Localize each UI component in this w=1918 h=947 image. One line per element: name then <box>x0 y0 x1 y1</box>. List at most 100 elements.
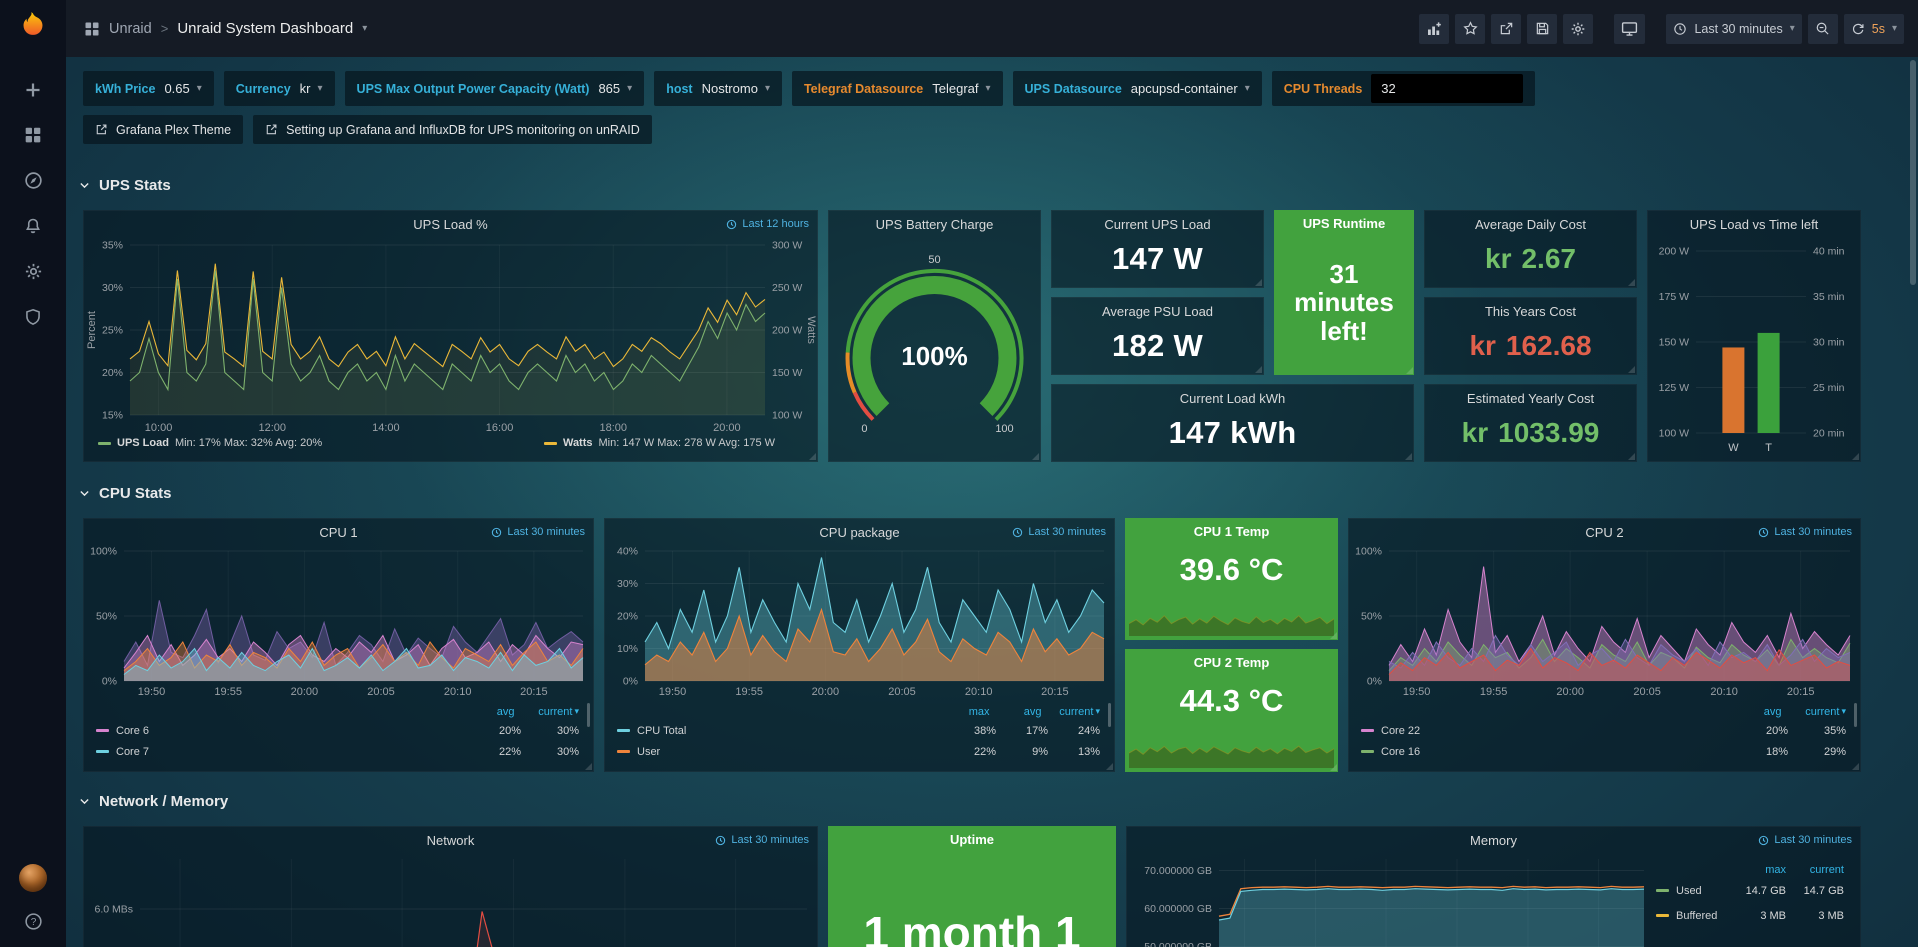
page-scrollbar[interactable] <box>1910 60 1916 940</box>
panel-title[interactable]: UPS Battery Charge <box>876 217 994 232</box>
cycle-view-mode-button[interactable] <box>1614 14 1645 44</box>
memory-chart[interactable]: 19:5019:5520:0020:0520:1020:1550.000000 … <box>1127 853 1652 947</box>
dashboard-title[interactable]: Unraid System Dashboard <box>177 20 353 37</box>
template-variables-row: kWh Price 0.65▾ Currency kr▾ UPS Max Out… <box>83 71 1535 106</box>
sidebar-item-alerting[interactable] <box>24 217 42 235</box>
panel-title[interactable]: Average Daily Cost <box>1475 217 1586 232</box>
star-button[interactable] <box>1455 14 1485 44</box>
grafana-logo[interactable] <box>18 11 48 41</box>
variable-value-dropdown[interactable]: kr▾ <box>300 81 323 96</box>
svg-text:W: W <box>1728 442 1739 454</box>
ups-load-vs-time-chart[interactable]: 100 W125 W150 W175 W200 W20 min25 min30 … <box>1648 237 1860 459</box>
panel-title[interactable]: CPU 1 Temp <box>1194 524 1270 539</box>
svg-text:20:00: 20:00 <box>1556 686 1584 698</box>
dashboard-link-grafana-plex-theme[interactable]: Grafana Plex Theme <box>83 115 243 144</box>
variable-ups-max-output[interactable]: UPS Max Output Power Capacity (Watt) 865… <box>345 71 645 106</box>
chevron-down-icon: ▾ <box>627 83 632 94</box>
panel-title[interactable]: UPS Load vs Time left <box>1690 217 1819 232</box>
panel-title[interactable]: CPU package <box>819 525 899 540</box>
time-range-label: Last 30 minutes <box>1694 22 1782 36</box>
variable-currency[interactable]: Currency kr▾ <box>224 71 335 106</box>
time-range-picker[interactable]: Last 30 minutes ▾ <box>1666 14 1801 44</box>
row-header-cpu-stats[interactable]: CPU Stats <box>78 485 172 502</box>
cpu-threads-input[interactable]: 32 <box>1371 74 1523 103</box>
zoom-out-button[interactable] <box>1808 14 1838 44</box>
save-button[interactable] <box>1527 14 1557 44</box>
variable-value-dropdown[interactable]: apcupsd-container▾ <box>1131 81 1250 96</box>
legend-scrollbar[interactable] <box>1108 703 1111 727</box>
variable-kwh-price[interactable]: kWh Price 0.65▾ <box>83 71 214 106</box>
panel-title[interactable]: CPU 2 Temp <box>1194 655 1270 670</box>
add-panel-button[interactable] <box>1419 14 1449 44</box>
panel-title[interactable]: CPU 2 <box>1585 525 1623 540</box>
cpu-package-chart[interactable]: 19:5019:5520:0020:0520:1020:150%10%20%30… <box>605 545 1114 699</box>
stat-value: 39.6 °C <box>1180 552 1284 640</box>
legend-scrollbar[interactable] <box>587 703 590 727</box>
sidebar-item-server-admin[interactable] <box>24 308 42 326</box>
svg-text:20%: 20% <box>617 611 638 623</box>
legend-column-header[interactable]: avg <box>1723 706 1781 718</box>
dashboard-canvas: kWh Price 0.65▾ Currency kr▾ UPS Max Out… <box>66 57 1918 947</box>
variable-cpu-threads[interactable]: CPU Threads 32 <box>1272 71 1536 106</box>
sidebar-item-help[interactable]: ? <box>24 912 43 931</box>
panel-title[interactable]: CPU 1 <box>319 525 357 540</box>
svg-text:20:05: 20:05 <box>1633 686 1661 698</box>
chevron-down-icon[interactable]: ▾ <box>362 23 367 34</box>
sidebar-item-dashboards[interactable] <box>24 126 42 144</box>
legend-column-header[interactable]: current <box>1781 706 1839 718</box>
breadcrumb-folder[interactable]: Unraid <box>109 21 152 37</box>
svg-text:40%: 40% <box>617 546 638 558</box>
legend-column-header[interactable]: avg <box>456 706 514 718</box>
panel-title[interactable]: Current UPS Load <box>1104 217 1210 232</box>
sidebar-item-configuration[interactable] <box>24 262 43 281</box>
legend-column-header[interactable]: max <box>937 706 989 718</box>
svg-text:35 min: 35 min <box>1813 291 1845 303</box>
legend-row: CPU Total 38% 17% 24% <box>617 720 1100 741</box>
sidebar-item-create[interactable] <box>24 81 42 99</box>
variable-value-dropdown[interactable]: Telegraf▾ <box>932 81 990 96</box>
panel-title[interactable]: Memory <box>1470 833 1517 848</box>
dashboard-link-ups-monitoring-guide[interactable]: Setting up Grafana and InfluxDB for UPS … <box>253 115 652 144</box>
panel-title[interactable]: UPS Runtime <box>1303 216 1385 231</box>
panel-title[interactable]: This Years Cost <box>1485 304 1576 319</box>
panel-title[interactable]: Network <box>427 833 475 848</box>
legend-column-header[interactable]: max <box>1728 864 1786 876</box>
network-chart[interactable]: 19:5019:5520:0020:0520:1020:152.0 MBs4.0… <box>84 853 817 947</box>
variable-ups-datasource[interactable]: UPS Datasource apcupsd-container▾ <box>1013 71 1262 106</box>
panel-title[interactable]: Estimated Yearly Cost <box>1467 391 1594 406</box>
panel-title[interactable]: Average PSU Load <box>1102 304 1213 319</box>
panel-title[interactable]: Uptime <box>950 832 994 847</box>
cpu2-chart[interactable]: 19:5019:5520:0020:0520:1020:150%50%100% <box>1349 545 1860 699</box>
legend-column-header[interactable]: current <box>1041 706 1093 718</box>
refresh-icon <box>1851 22 1865 36</box>
scrollbar-thumb[interactable] <box>1910 60 1916 285</box>
sort-caret-icon: ▾ <box>1841 706 1846 717</box>
variable-value-dropdown[interactable]: Nostromo▾ <box>702 81 770 96</box>
variable-value-dropdown[interactable]: 0.65▾ <box>164 81 201 96</box>
row-header-ups-stats[interactable]: UPS Stats <box>78 177 171 194</box>
sidebar-item-explore[interactable] <box>24 171 43 190</box>
sidebar-item-profile[interactable] <box>19 864 47 892</box>
legend-color-dash <box>1361 750 1374 753</box>
legend-item[interactable]: UPS Load Min: 17% Max: 32% Avg: 20% <box>98 437 322 449</box>
legend-scrollbar[interactable] <box>1854 703 1857 727</box>
share-button[interactable] <box>1491 14 1521 44</box>
legend-column-header[interactable]: current <box>1786 864 1844 876</box>
dashboard-settings-button[interactable] <box>1563 14 1593 44</box>
ups-load-chart[interactable]: 10:0012:0014:0016:0018:0020:0015%20%25%3… <box>84 237 817 435</box>
variable-value-dropdown[interactable]: 865▾ <box>598 81 632 96</box>
panel-title[interactable]: UPS Load % <box>413 217 487 232</box>
svg-text:50%: 50% <box>96 611 117 623</box>
variable-telegraf-datasource[interactable]: Telegraf Datasource Telegraf▾ <box>792 71 1003 106</box>
legend-item[interactable]: Watts Min: 147 W Max: 278 W Avg: 175 W <box>544 437 775 449</box>
cpu1-chart[interactable]: 19:5019:5520:0020:0520:1020:150%50%100% <box>84 545 593 699</box>
refresh-picker[interactable]: 5s ▾ <box>1844 14 1904 44</box>
variable-host[interactable]: host Nostromo▾ <box>654 71 782 106</box>
row-header-network-memory[interactable]: Network / Memory <box>78 793 228 810</box>
panel-time-override: Last 30 minutes <box>491 526 585 538</box>
panel-title[interactable]: Current Load kWh <box>1180 391 1286 406</box>
legend-column-header[interactable]: current <box>514 706 572 718</box>
star-icon <box>1463 21 1478 36</box>
svg-text:19:55: 19:55 <box>1480 686 1508 698</box>
legend-column-header[interactable]: avg <box>989 706 1041 718</box>
